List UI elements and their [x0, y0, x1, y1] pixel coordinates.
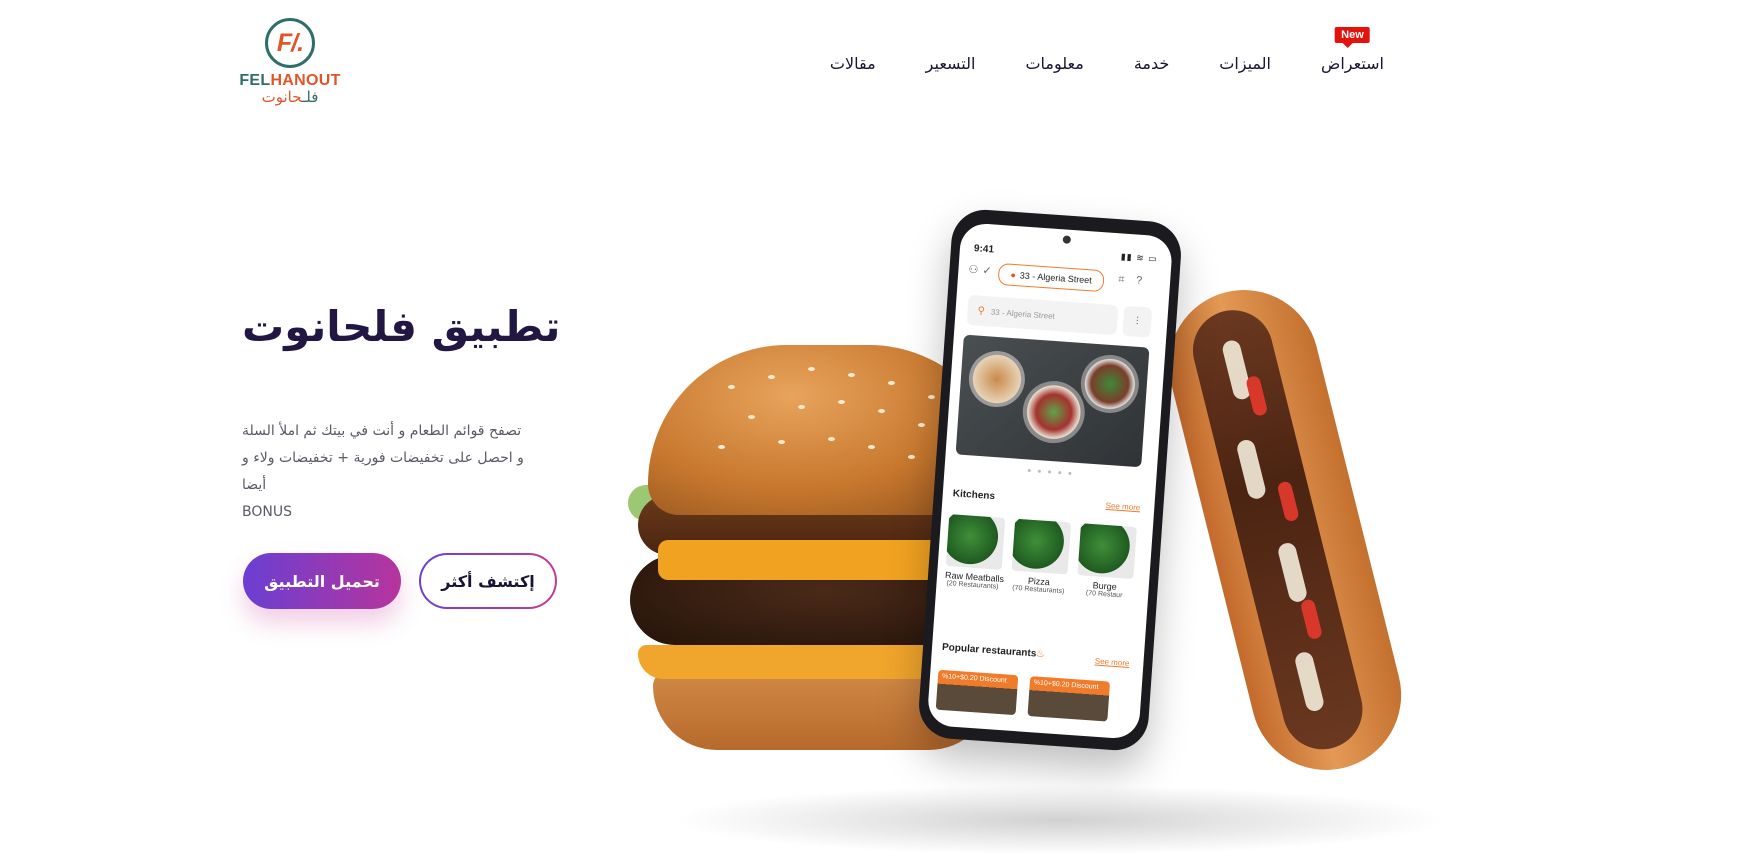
kitchens-see-more: See more [1105, 500, 1141, 513]
logo-arabic-part2: حانوت [261, 88, 302, 106]
nav-item-features[interactable]: الميزات [1219, 54, 1271, 73]
logo-arabic-part1: فلـ [301, 88, 319, 106]
kitchen-image [1011, 518, 1072, 575]
promo-card: %10+$0.20 Discount [1027, 676, 1111, 722]
kitchen-card: Burge (70 Restaur [1076, 523, 1137, 600]
kitchen-image [1077, 523, 1137, 580]
logo-name-fel: FEL [239, 72, 271, 89]
status-time: 9:41 [973, 243, 995, 256]
filter-icon: ⫶ [1122, 305, 1153, 338]
search-icon: ⚲ [977, 305, 986, 317]
nav-item-pricing[interactable]: التسعير [926, 54, 976, 73]
floor-shadow [670, 785, 1450, 855]
promo-label: %10+$0.20 Discount [941, 672, 1007, 685]
check-icon: ✓ [982, 264, 993, 278]
hotdog-filling [1184, 301, 1371, 758]
hero-description-line2: و احصل على تخفيضات فورية + تخفيضات ولاء … [242, 450, 524, 493]
hero-description-line1: تصفح قوائم الطعام و أنت في بيتك ثم املأ … [242, 423, 522, 439]
kitchens-title: Kitchens [952, 488, 996, 503]
logo-mark-icon: F/. [265, 18, 315, 68]
location-text: 33 - Algeria Street [1019, 270, 1093, 286]
promo-label: %10+$0.20 Discount [1033, 679, 1099, 691]
food-banner-image [955, 334, 1150, 468]
phone-screen: 9:41 ▮▮ ≋ ▭ ⚇ ✓ ● 33 - Algeria Street ⌗ … [926, 222, 1174, 740]
nav-item-info[interactable]: معلومات [1025, 54, 1083, 73]
download-app-button[interactable]: تحميل التطبيق [243, 553, 401, 609]
location-selector: ● 33 - Algeria Street [997, 262, 1105, 293]
location-pin-icon: ● [1010, 269, 1017, 281]
help-icon: ? [1135, 274, 1143, 287]
scan-icon: ⌗ [1117, 273, 1125, 286]
discover-more-button[interactable]: إكتشف أكثر [419, 553, 557, 609]
phone-search-placeholder: 33 - Algeria Street [990, 306, 1056, 321]
nav-item-service[interactable]: خدمة [1134, 54, 1169, 73]
kitchen-image [945, 514, 1006, 570]
nav-item-demo-label: استعراض [1320, 53, 1384, 73]
phone-mockup: 9:41 ▮▮ ≋ ▭ ⚇ ✓ ● 33 - Algeria Street ⌗ … [916, 207, 1184, 753]
popular-see-more: See more [1094, 656, 1130, 668]
hero-description-line3: BONUS [242, 504, 292, 520]
camera-icon [1062, 235, 1072, 244]
main-nav: مقالات التسعير معلومات خدمة الميزات استع… [830, 26, 1384, 76]
phone-search-box: ⚲ 33 - Algeria Street [966, 294, 1119, 336]
users-icon: ⚇ [968, 263, 979, 277]
logo[interactable]: F/. FELHANOUT فلـحانوت [238, 18, 342, 108]
hero-description: تصفح قوائم الطعام و أنت في بيتك ثم املأ … [242, 418, 542, 526]
logo-mark-text: F/. [276, 29, 304, 57]
fire-icon: ♨ [1035, 648, 1046, 661]
nav-item-articles[interactable]: مقالات [830, 54, 876, 73]
hotdog-image [1152, 274, 1418, 786]
hero-image: 9:41 ▮▮ ≋ ▭ ⚇ ✓ ● 33 - Algeria Street ⌗ … [590, 207, 1510, 863]
popular-restaurants-title: Popular restaurants [941, 641, 1037, 660]
nav-item-demo[interactable]: استعراض New [1320, 26, 1384, 73]
new-badge: New [1335, 26, 1370, 48]
status-icons: ▮▮ ≋ ▭ [1120, 251, 1159, 264]
hero-title: تطبيق فلحانوت [242, 302, 561, 351]
logo-name-hanout: HANOUT [270, 72, 341, 89]
kitchen-card: Raw Meatballs (20 Restaurants) [944, 514, 1006, 591]
kitchen-card: Pizza (70 Restaurants) [1010, 518, 1072, 596]
logo-arabic-name: فلـحانوت [238, 88, 342, 106]
promo-card: %10+$0.20 Discount [935, 669, 1019, 716]
